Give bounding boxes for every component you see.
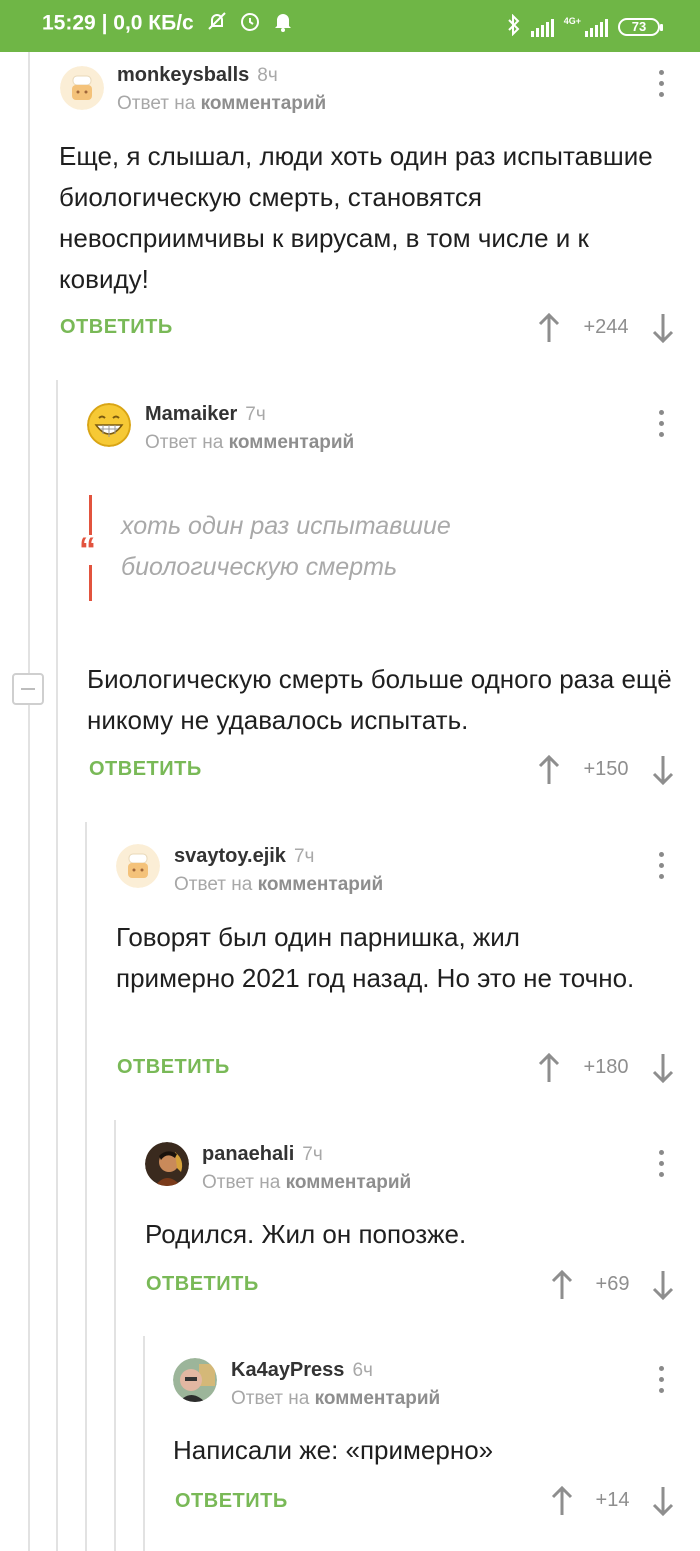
reply-button[interactable]: ОТВЕТИТЬ [117,1056,230,1079]
comment-time: 7ч [245,404,266,425]
quote-icon: “ [79,531,96,569]
more-options-icon[interactable] [658,70,666,100]
network-speed: 0,0 КБ/с [113,11,194,35]
vote-controls: +69 [549,1267,676,1303]
upvote-icon[interactable] [536,754,562,786]
upvote-icon[interactable] [536,312,562,344]
upvote-icon[interactable] [549,1269,575,1301]
signal-icon [530,17,554,37]
downvote-icon[interactable] [650,1269,676,1301]
username[interactable]: Ka4ayPress 6ч [231,1359,373,1382]
avatar[interactable] [87,403,131,447]
battery-icon: 73 [618,18,663,36]
thread-line [28,52,30,1551]
comment-text: Биологическую смерть больше одного раза … [87,664,672,735]
comment-score: +69 [595,1273,630,1295]
comment-time: 7ч [293,846,315,867]
username[interactable]: svaytoy.ejik 7ч [174,845,314,868]
status-bar: 15:29 | 0,0 КБ/с 4G+ 73 [0,0,700,52]
avatar[interactable] [173,1358,217,1402]
status-bar-right: 4G+ 73 [507,12,663,42]
username[interactable]: Mamaiker 7ч [145,403,266,426]
downvote-icon[interactable] [650,754,676,786]
collapse-thread-button[interactable] [12,673,44,705]
alarm-icon [239,10,261,38]
comment-time: 7ч [302,1144,323,1165]
upvote-icon[interactable] [536,1052,562,1084]
thread-line [85,822,87,1551]
vote-controls: +150 [536,752,676,788]
reply-button[interactable]: ОТВЕТИТЬ [175,1490,288,1513]
vote-controls: +244 [536,310,676,346]
quoted-text: хоть один раз испытавшие биологическую с… [121,512,451,581]
reply-button[interactable]: ОТВЕТИТЬ [146,1273,259,1296]
reply-to-link[interactable]: Ответ на комментарий [231,1388,440,1410]
username[interactable]: monkeysballs 8ч [117,64,278,87]
username[interactable]: panaehali 7ч [202,1143,323,1166]
bell-icon [273,10,293,38]
downvote-icon[interactable] [650,1485,676,1517]
downvote-icon[interactable] [650,1052,676,1084]
comment-score: +180 [583,1056,629,1078]
downvote-icon[interactable] [650,312,676,344]
reply-to-link[interactable]: Ответ на комментарий [174,874,383,896]
signal-4g-icon [585,17,608,37]
vote-controls: +14 [549,1483,676,1519]
reply-to-link[interactable]: Ответ на комментарий [117,93,326,115]
thread-line [114,1120,116,1551]
reply-to-link[interactable]: Ответ на комментарий [202,1172,411,1194]
comment-time: 8ч [257,65,278,86]
status-bar-left: 15:29 | 0,0 КБ/с [42,10,293,38]
comment-text: Написали же: «примерно» [173,1435,494,1465]
comment-text: Говорят был один парнишка, жил примерно … [116,922,635,993]
no-alarm-icon [206,10,228,38]
more-options-icon[interactable] [658,852,666,882]
upvote-icon[interactable] [549,1485,575,1517]
avatar[interactable] [116,844,160,888]
bluetooth-icon [507,13,521,41]
thread-line [56,380,58,1551]
more-options-icon[interactable] [658,1366,666,1396]
comment-score: +244 [583,316,629,338]
more-options-icon[interactable] [658,410,666,440]
reply-to-link[interactable]: Ответ на комментарий [145,432,354,454]
reply-button[interactable]: ОТВЕТИТЬ [89,758,202,781]
comment-score: +150 [583,758,629,780]
comment-time: 6ч [352,1360,373,1381]
clock: 15:29 [42,11,96,35]
comment-text: Еще, я слышал, люди хоть один раз испыта… [59,141,653,294]
avatar[interactable] [145,1142,189,1186]
comment-score: +14 [595,1489,630,1511]
comment-text: Родился. Жил он попозже. [145,1219,467,1249]
thread-line [143,1336,145,1551]
avatar[interactable] [60,66,104,110]
more-options-icon[interactable] [658,1150,666,1180]
reply-button[interactable]: ОТВЕТИТЬ [60,316,173,339]
vote-controls: +180 [536,1050,676,1086]
network-type: 4G+ [563,15,581,26]
